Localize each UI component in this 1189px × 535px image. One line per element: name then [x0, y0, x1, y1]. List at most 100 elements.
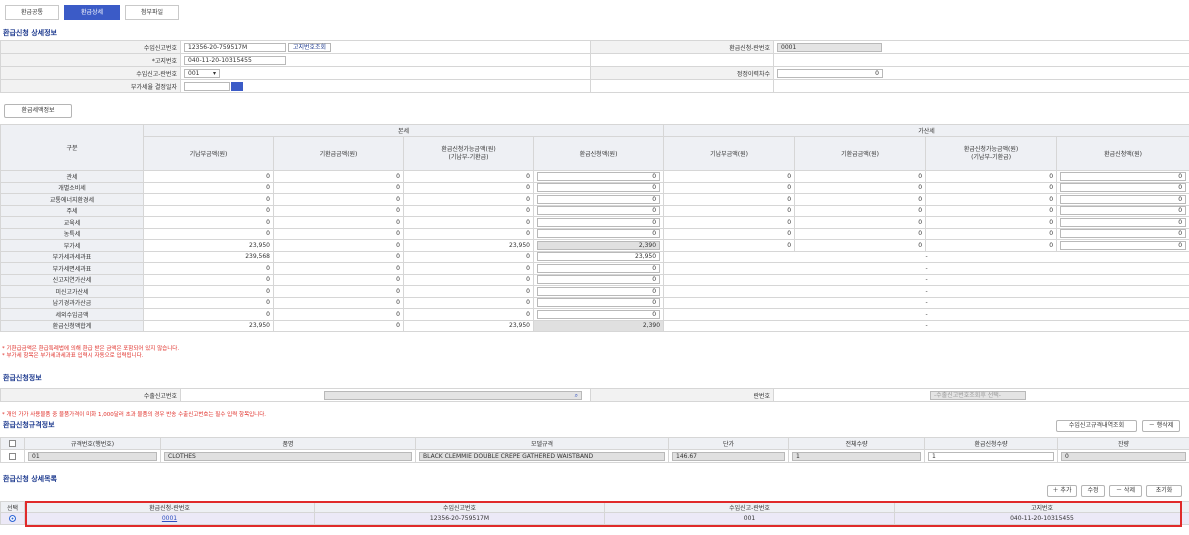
edit-button[interactable]: 수정	[1081, 485, 1105, 497]
refund-amount-input[interactable]: 0	[1060, 217, 1187, 227]
amount-cell: 0	[273, 239, 404, 252]
col-header: 환급신청액(원)	[1056, 136, 1189, 171]
import-no-input[interactable]: 12356-20-759517M	[184, 42, 286, 52]
not-applicable-cell: -	[663, 262, 1189, 275]
col-header: 단가	[668, 437, 789, 450]
not-applicable-cell: -	[663, 308, 1189, 321]
calendar-icon[interactable]	[231, 81, 243, 91]
row-checkbox[interactable]	[9, 452, 16, 460]
amount-cell: 0	[143, 285, 274, 298]
amount-cell: 0	[403, 227, 534, 240]
export-no-input[interactable]: ⌕	[324, 390, 582, 400]
amount-cell: 0	[794, 193, 927, 206]
tab-refund-detail[interactable]: 환급상세	[64, 5, 120, 20]
refund-amount-input[interactable]: 0	[1060, 206, 1187, 216]
amount-cell: 0	[143, 170, 274, 183]
notice-no-input[interactable]: 040-11-20-10315455	[184, 55, 286, 65]
table-row: 미신고가산세 0 0 0 0-	[0, 285, 1189, 298]
select-all-checkbox[interactable]	[9, 440, 16, 447]
add-button[interactable]: ＋ 추가	[1047, 485, 1077, 497]
amount-cell: 0	[273, 285, 404, 298]
apply-note: * 개인 가가 사용물품 중 물품가격이 미화 1,000달러 초과 물품의 경…	[2, 412, 267, 418]
amount-cell: 23,950	[403, 319, 534, 332]
refund-amount-input[interactable]: 0	[1060, 194, 1187, 204]
refund-amount-input[interactable]: 23,950	[537, 252, 661, 262]
amount-cell: 0	[794, 204, 927, 217]
refund-seq-label: 환급신청-란번호	[590, 40, 774, 54]
amount-cell: 0	[143, 181, 274, 194]
table-row[interactable]: 0001 12356-20-759517M 001 040-11-20-1031…	[0, 512, 1189, 525]
refund-amount-input: 2,390	[537, 240, 661, 250]
refund-amount-input[interactable]: 0	[1060, 229, 1187, 239]
amount-cell: 0	[403, 170, 534, 183]
tax-detail-button[interactable]: 환급세액정보	[4, 104, 72, 118]
row-label: 납기경과가산금	[0, 296, 144, 309]
correction-input[interactable]: 0	[777, 68, 883, 78]
row-label: 교육세	[0, 216, 144, 229]
table-row: 관세 0 0 0 0 0 0 0 0	[0, 170, 1189, 183]
amount-cell: 0	[794, 239, 927, 252]
detail-form: 수입신고번호 12356-20-759517M 고지번호조회 환급신청-란번호 …	[0, 40, 1189, 93]
search-icon[interactable]: ⌕	[575, 392, 578, 399]
refund-seq-link[interactable]: 0001	[162, 515, 177, 522]
refund-amount-input[interactable]: 0	[537, 309, 661, 319]
refund-amount-input[interactable]: 0	[537, 263, 661, 273]
row-radio[interactable]	[9, 515, 16, 522]
delete-row-button[interactable]: － 행삭제	[1142, 420, 1180, 432]
refund-amount-input[interactable]: 0	[1060, 183, 1187, 193]
detail-list-table: 선택 환급신청-란번호 수입신고번호 수입신고-란번호 고지번호 0001 12…	[0, 501, 1189, 525]
amount-cell: 239,568	[143, 250, 274, 263]
col-header: 선택	[0, 501, 25, 513]
col-header: 수입신고번호	[314, 501, 605, 513]
refund-amount-input[interactable]: 0	[537, 217, 661, 227]
amount-cell: 0	[663, 170, 796, 183]
amount-cell: 0	[273, 170, 404, 183]
col-header: 기납부금액(원)	[143, 136, 274, 171]
amount-cell: 0	[663, 193, 796, 206]
tab-attachments[interactable]: 첨부파일	[125, 5, 179, 20]
spec-lookup-button[interactable]: 수입신고규격내역조회	[1056, 420, 1137, 432]
import-line-select[interactable]: 001 ▾	[184, 68, 220, 78]
amount-cell: 0	[273, 216, 404, 229]
row-label: 농특세	[0, 227, 144, 240]
refund-amount-input[interactable]: 0	[1060, 171, 1187, 181]
col-header: 규격번호(행번호)	[24, 437, 161, 450]
refund-amount-input[interactable]: 0	[537, 275, 661, 285]
import-line-label: 수입신고-란번호	[0, 66, 181, 80]
col-header: 품명	[160, 437, 416, 450]
reset-button[interactable]: 초기화	[1146, 485, 1182, 497]
refund-amount-input[interactable]: 0	[537, 298, 661, 308]
col-header: 환급신청수량	[924, 437, 1058, 450]
chevron-down-icon: ▾	[212, 69, 216, 77]
refund-amount-input[interactable]: 0	[537, 171, 661, 181]
amount-cell: 0	[403, 250, 534, 263]
delete-button[interactable]: － 삭제	[1109, 485, 1142, 497]
row-label: 부가세과세과표	[0, 250, 144, 263]
row-header: 구분	[0, 124, 144, 171]
amount-cell: 0	[403, 181, 534, 194]
vat-date-input[interactable]	[184, 81, 230, 91]
tab-refund-common[interactable]: 환급공통	[5, 5, 59, 20]
refund-amount-input[interactable]: 0	[537, 286, 661, 296]
table-row: 부가세과세과표 239,568 0 0 23,950-	[0, 250, 1189, 263]
amount-cell: 23,950	[403, 239, 534, 252]
col-header: 기납부금액(원)	[663, 136, 796, 171]
vat-date-label: 부가세율 결정일자	[0, 79, 181, 93]
amount-cell: 0	[794, 216, 927, 229]
line-no-select[interactable]: -수출신고번호조회후 선택-	[930, 390, 1026, 400]
amount-cell: 0	[925, 170, 1058, 183]
amount-cell: 0	[403, 308, 534, 321]
refund-amount-input[interactable]: 0	[537, 183, 661, 193]
col-header: 기환급금액(원)	[273, 136, 404, 171]
col-header: 환급신청가능금액(원) (기납부-기환급)	[403, 136, 534, 171]
refund-amount-input[interactable]: 0	[537, 206, 661, 216]
refund-amount-input[interactable]: 0	[537, 194, 661, 204]
lookup-notice-button[interactable]: 고지번호조회	[287, 42, 332, 52]
refund-qty-input[interactable]: 1	[928, 451, 1054, 461]
import-line-value: 001	[188, 69, 200, 77]
export-no-label: 수출신고번호	[0, 388, 181, 402]
col-header: 기환급금액(원)	[794, 136, 927, 171]
refund-amount-input[interactable]: 0	[537, 229, 661, 239]
refund-amount-input[interactable]: 0	[1060, 240, 1187, 250]
amount-cell: 0	[273, 181, 404, 194]
